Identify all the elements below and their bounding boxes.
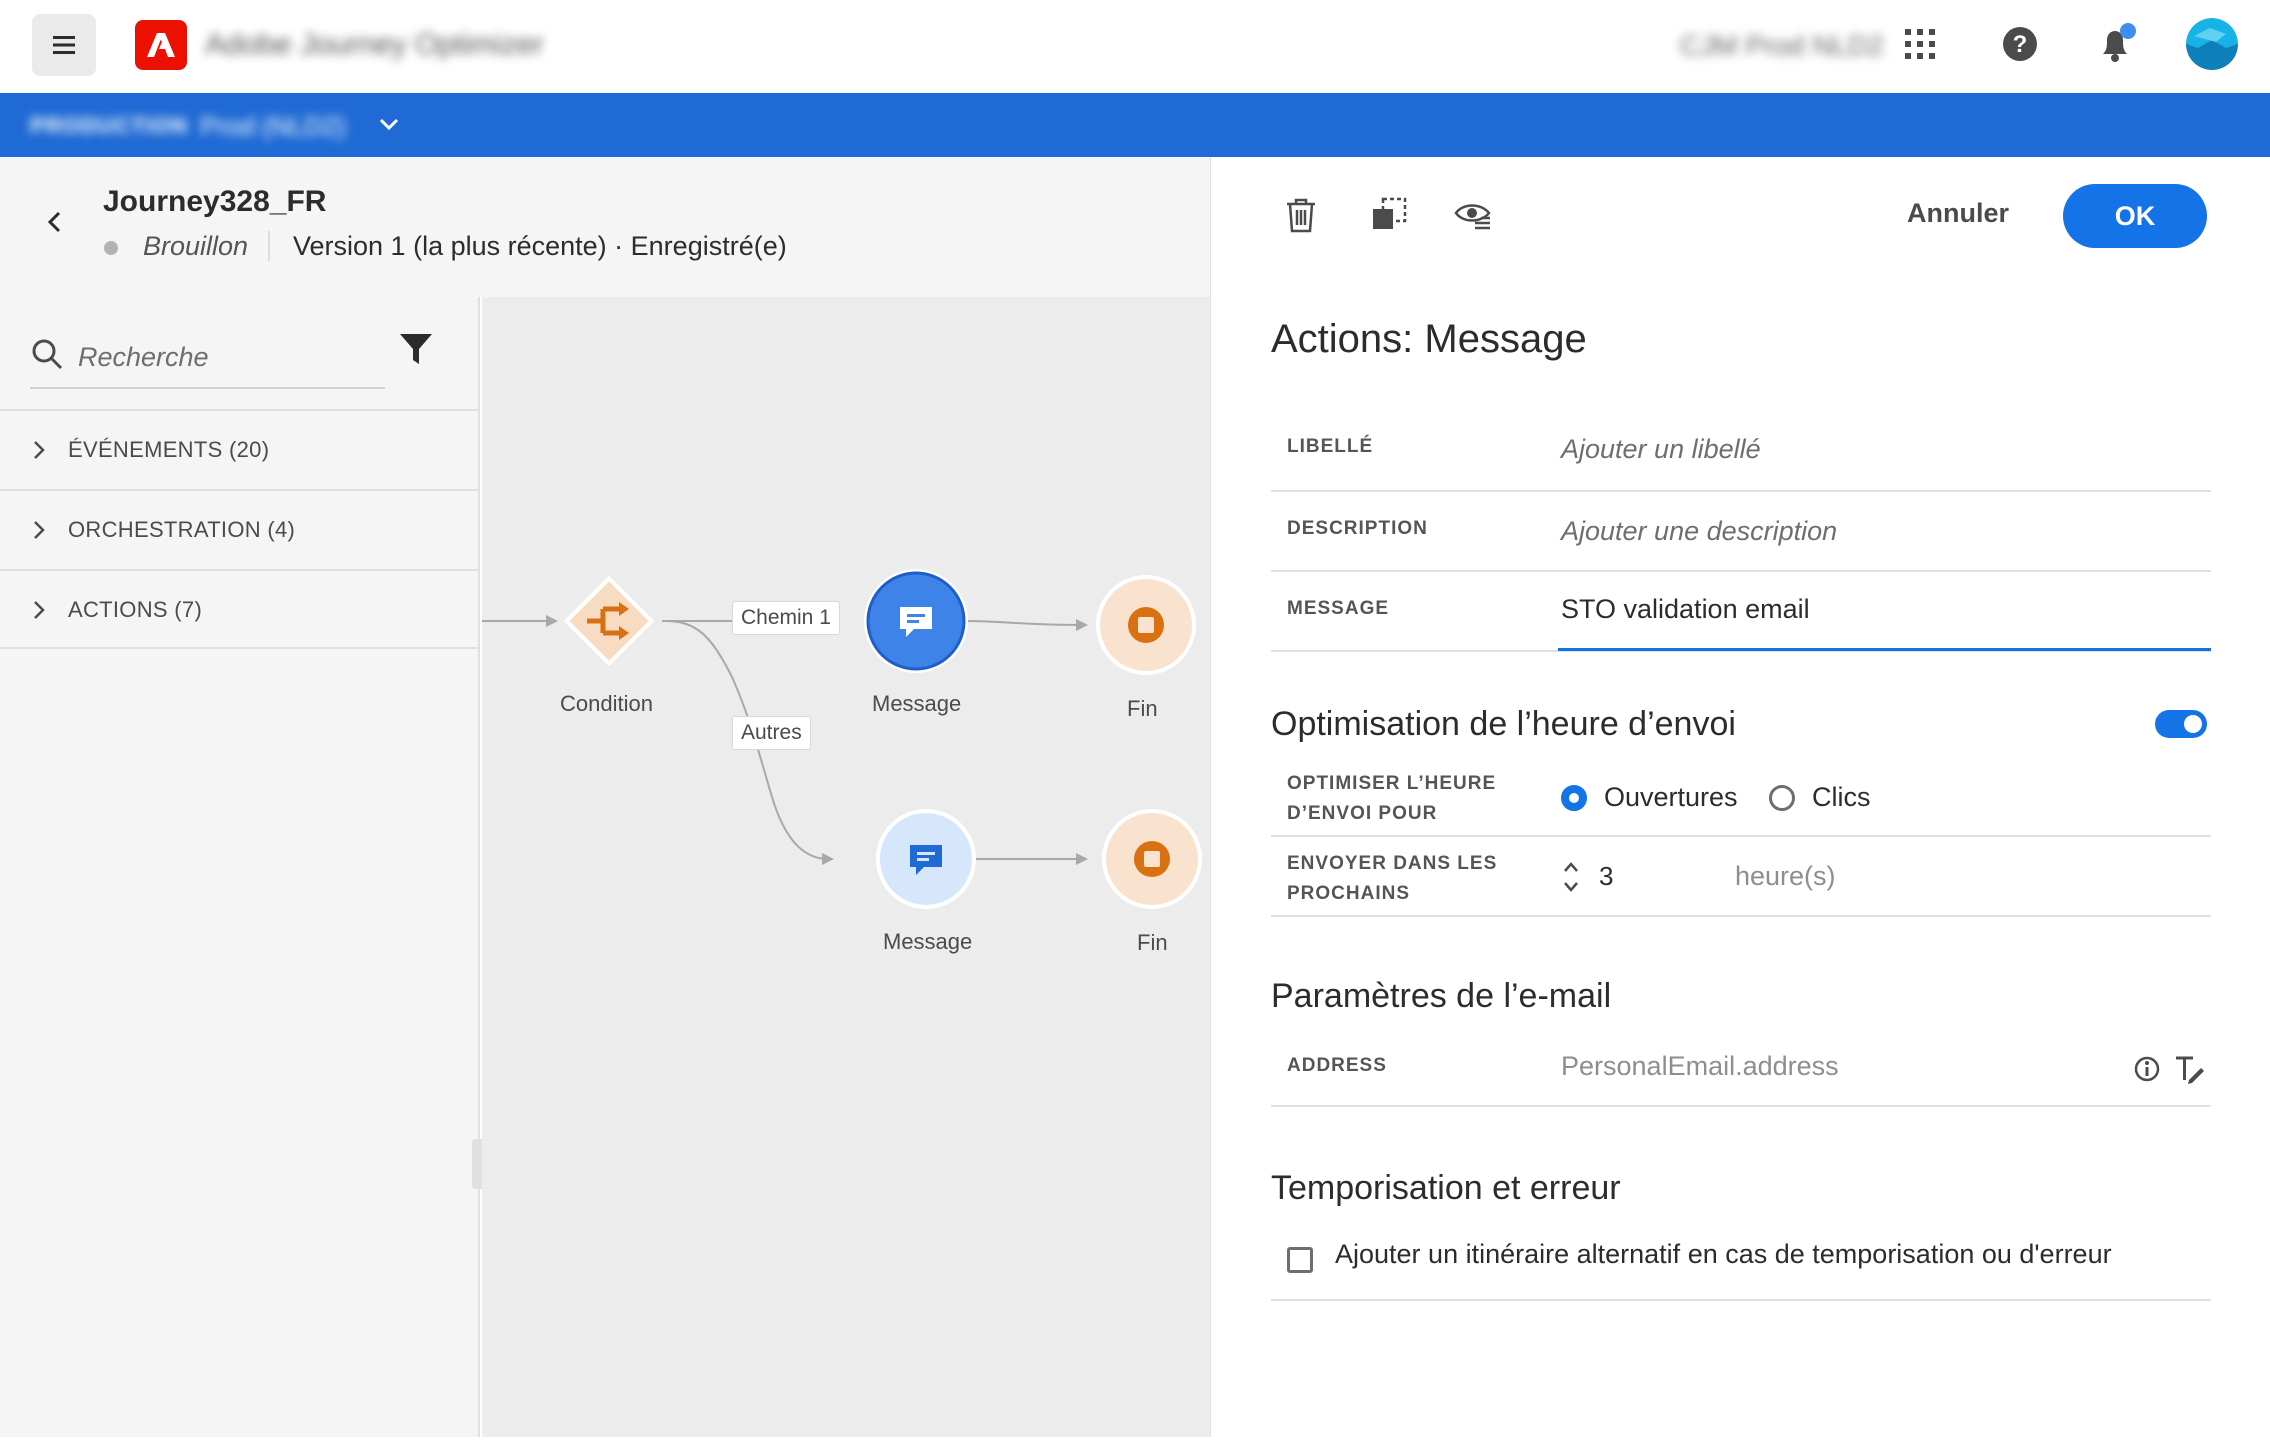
field-label: ENVOYER DANS LES PROCHAINS: [1287, 849, 1497, 909]
journey-header: Journey328_FR Brouillon Version 1 (la pl…: [0, 157, 1210, 297]
sandbox-type: PRODUCTION: [30, 113, 188, 138]
palette-section-events[interactable]: ÉVÉNEMENTS (20): [0, 409, 480, 489]
address-row: ADDRESS PersonalEmail.address: [1271, 1027, 2211, 1107]
radio-clicks[interactable]: [1769, 785, 1795, 811]
stepper-arrows-icon[interactable]: [1561, 857, 1581, 897]
optimize-for-row: OPTIMISER L’HEURE D’ENVOI POUR Ouverture…: [1271, 757, 2211, 837]
timeout-section-title: Temporisation et erreur: [1271, 1169, 1621, 1207]
info-icon[interactable]: [2133, 1055, 2161, 1083]
end-label: Fin: [1127, 696, 1158, 721]
search-input[interactable]: [78, 337, 368, 377]
adobe-a-icon: [147, 33, 175, 57]
stop-icon: [1102, 809, 1202, 909]
cancel-button[interactable]: Annuler: [1891, 187, 2025, 239]
sandbox-name[interactable]: Prod (NLD2): [200, 111, 346, 142]
field-label-line: PROCHAINS: [1287, 883, 1411, 904]
send-time-toggle[interactable]: [2155, 710, 2207, 738]
end-node[interactable]: [1100, 807, 1204, 911]
condition-node[interactable]: [559, 571, 659, 671]
condition-label: Condition: [560, 691, 653, 716]
radio-opens[interactable]: [1561, 785, 1587, 811]
chevron-right-icon: [34, 441, 45, 459]
activity-palette: ÉVÉNEMENTS (20) ORCHESTRATION (4) ACTION…: [0, 297, 486, 1437]
path-label-1[interactable]: Chemin 1: [732, 601, 840, 635]
message-bubble-icon: [876, 809, 976, 909]
org-switcher[interactable]: CJM Prod NLD2: [1680, 30, 1884, 62]
hours-unit: heure(s): [1735, 861, 1836, 891]
field-label: DESCRIPTION: [1287, 518, 1428, 539]
field-label-line: D’ENVOI POUR: [1287, 803, 1438, 824]
ok-button[interactable]: OK: [2063, 184, 2207, 248]
message-field-row: MESSAGE STO validation email: [1271, 572, 2211, 652]
message-node[interactable]: [874, 807, 978, 911]
field-label: OPTIMISER L’HEURE D’ENVOI POUR: [1287, 769, 1496, 829]
end-label: Fin: [1137, 930, 1168, 955]
radio-label-opens: Ouvertures: [1604, 782, 1738, 812]
apps-icon[interactable]: [1900, 24, 1940, 64]
label-field-row: LIBELLÉ Ajouter un libellé: [1271, 412, 2211, 492]
chevron-down-icon[interactable]: [376, 111, 402, 137]
journey-version[interactable]: Version 1 (la plus récente) · Enregistré…: [293, 231, 787, 262]
trash-icon[interactable]: [1281, 195, 1321, 235]
field-label: LIBELLÉ: [1287, 436, 1374, 457]
radio-label-clicks: Clics: [1812, 782, 1871, 812]
stop-icon: [1096, 575, 1196, 675]
app-name: Adobe Journey Optimizer: [205, 28, 544, 61]
filter-icon[interactable]: [398, 331, 434, 367]
sandbox-bar: PRODUCTION Prod (NLD2): [0, 93, 2270, 157]
email-params-section-title: Paramètres de l’e-mail: [1271, 977, 1612, 1015]
edit-expression-icon[interactable]: [2173, 1053, 2205, 1085]
chevron-right-icon: [34, 601, 45, 619]
timeout-checkbox[interactable]: [1287, 1247, 1313, 1273]
focus-underline: [1558, 648, 2211, 651]
send-time-section-title: Optimisation de l’heure d’envoi: [1271, 705, 1736, 743]
divider: [268, 231, 270, 261]
svg-text:?: ?: [2013, 31, 2028, 58]
field-label: MESSAGE: [1287, 598, 1390, 619]
adobe-logo[interactable]: [135, 20, 187, 70]
palette-section-label: ÉVÉNEMENTS (20): [68, 437, 270, 462]
duplicate-icon[interactable]: [1369, 195, 1409, 235]
panel-title: Actions: Message: [1271, 317, 1587, 361]
description-input[interactable]: Ajouter une description: [1561, 516, 1837, 547]
hours-stepper-value[interactable]: 3: [1599, 861, 1613, 892]
label-input[interactable]: Ajouter un libellé: [1561, 434, 1761, 465]
journey-status: Brouillon: [143, 231, 249, 261]
send-within-row: ENVOYER DANS LES PROCHAINS 3 heure(s): [1271, 837, 2211, 917]
search-icon: [32, 339, 63, 370]
description-field-row: DESCRIPTION Ajouter une description: [1271, 492, 2211, 572]
end-node[interactable]: [1094, 573, 1198, 677]
notifications-icon[interactable]: [2095, 22, 2139, 66]
condition-branch-icon: [563, 575, 655, 667]
palette-section-actions[interactable]: ACTIONS (7): [0, 569, 480, 649]
view-on-canvas-icon[interactable]: [1453, 195, 1493, 235]
timeout-row: Ajouter un itinéraire alternatif en cas …: [1271, 1217, 2211, 1301]
status-dot: [104, 241, 118, 255]
chevron-right-icon: [34, 521, 45, 539]
message-select[interactable]: STO validation email: [1561, 594, 1810, 625]
activity-properties-panel: Annuler OK Actions: Message LIBELLÉ Ajou…: [1210, 157, 2270, 1437]
palette-section-label: ACTIONS (7): [68, 597, 203, 622]
help-icon[interactable]: ?: [2000, 24, 2040, 64]
message-label: Message: [872, 691, 962, 716]
path-label-other[interactable]: Autres: [732, 716, 811, 750]
journey-title: Journey328_FR: [103, 185, 327, 218]
avatar[interactable]: [2186, 18, 2238, 70]
shell-header: Adobe Journey Optimizer CJM Prod NLD2 ?: [0, 0, 2270, 93]
field-label: ADDRESS: [1287, 1055, 1387, 1076]
field-label-line: OPTIMISER L’HEURE: [1287, 773, 1497, 794]
address-value[interactable]: PersonalEmail.address: [1561, 1051, 1839, 1082]
message-bubble-icon: [864, 569, 968, 673]
timeout-checkbox-label[interactable]: Ajouter un itinéraire alternatif en cas …: [1335, 1239, 2112, 1270]
menu-button[interactable]: [32, 14, 96, 76]
palette-search: [30, 327, 385, 389]
hamburger-icon: [53, 36, 75, 54]
back-arrow-icon[interactable]: [40, 207, 70, 237]
field-label-line: ENVOYER DANS LES: [1287, 853, 1498, 874]
palette-section-label: ORCHESTRATION (4): [68, 517, 296, 542]
message-label: Message: [883, 929, 973, 954]
message-node-selected[interactable]: [862, 567, 970, 675]
journey-canvas[interactable]: Condition Chemin 1 Autres Message Fin Me…: [482, 297, 1210, 1437]
palette-section-orchestration[interactable]: ORCHESTRATION (4): [0, 489, 480, 569]
